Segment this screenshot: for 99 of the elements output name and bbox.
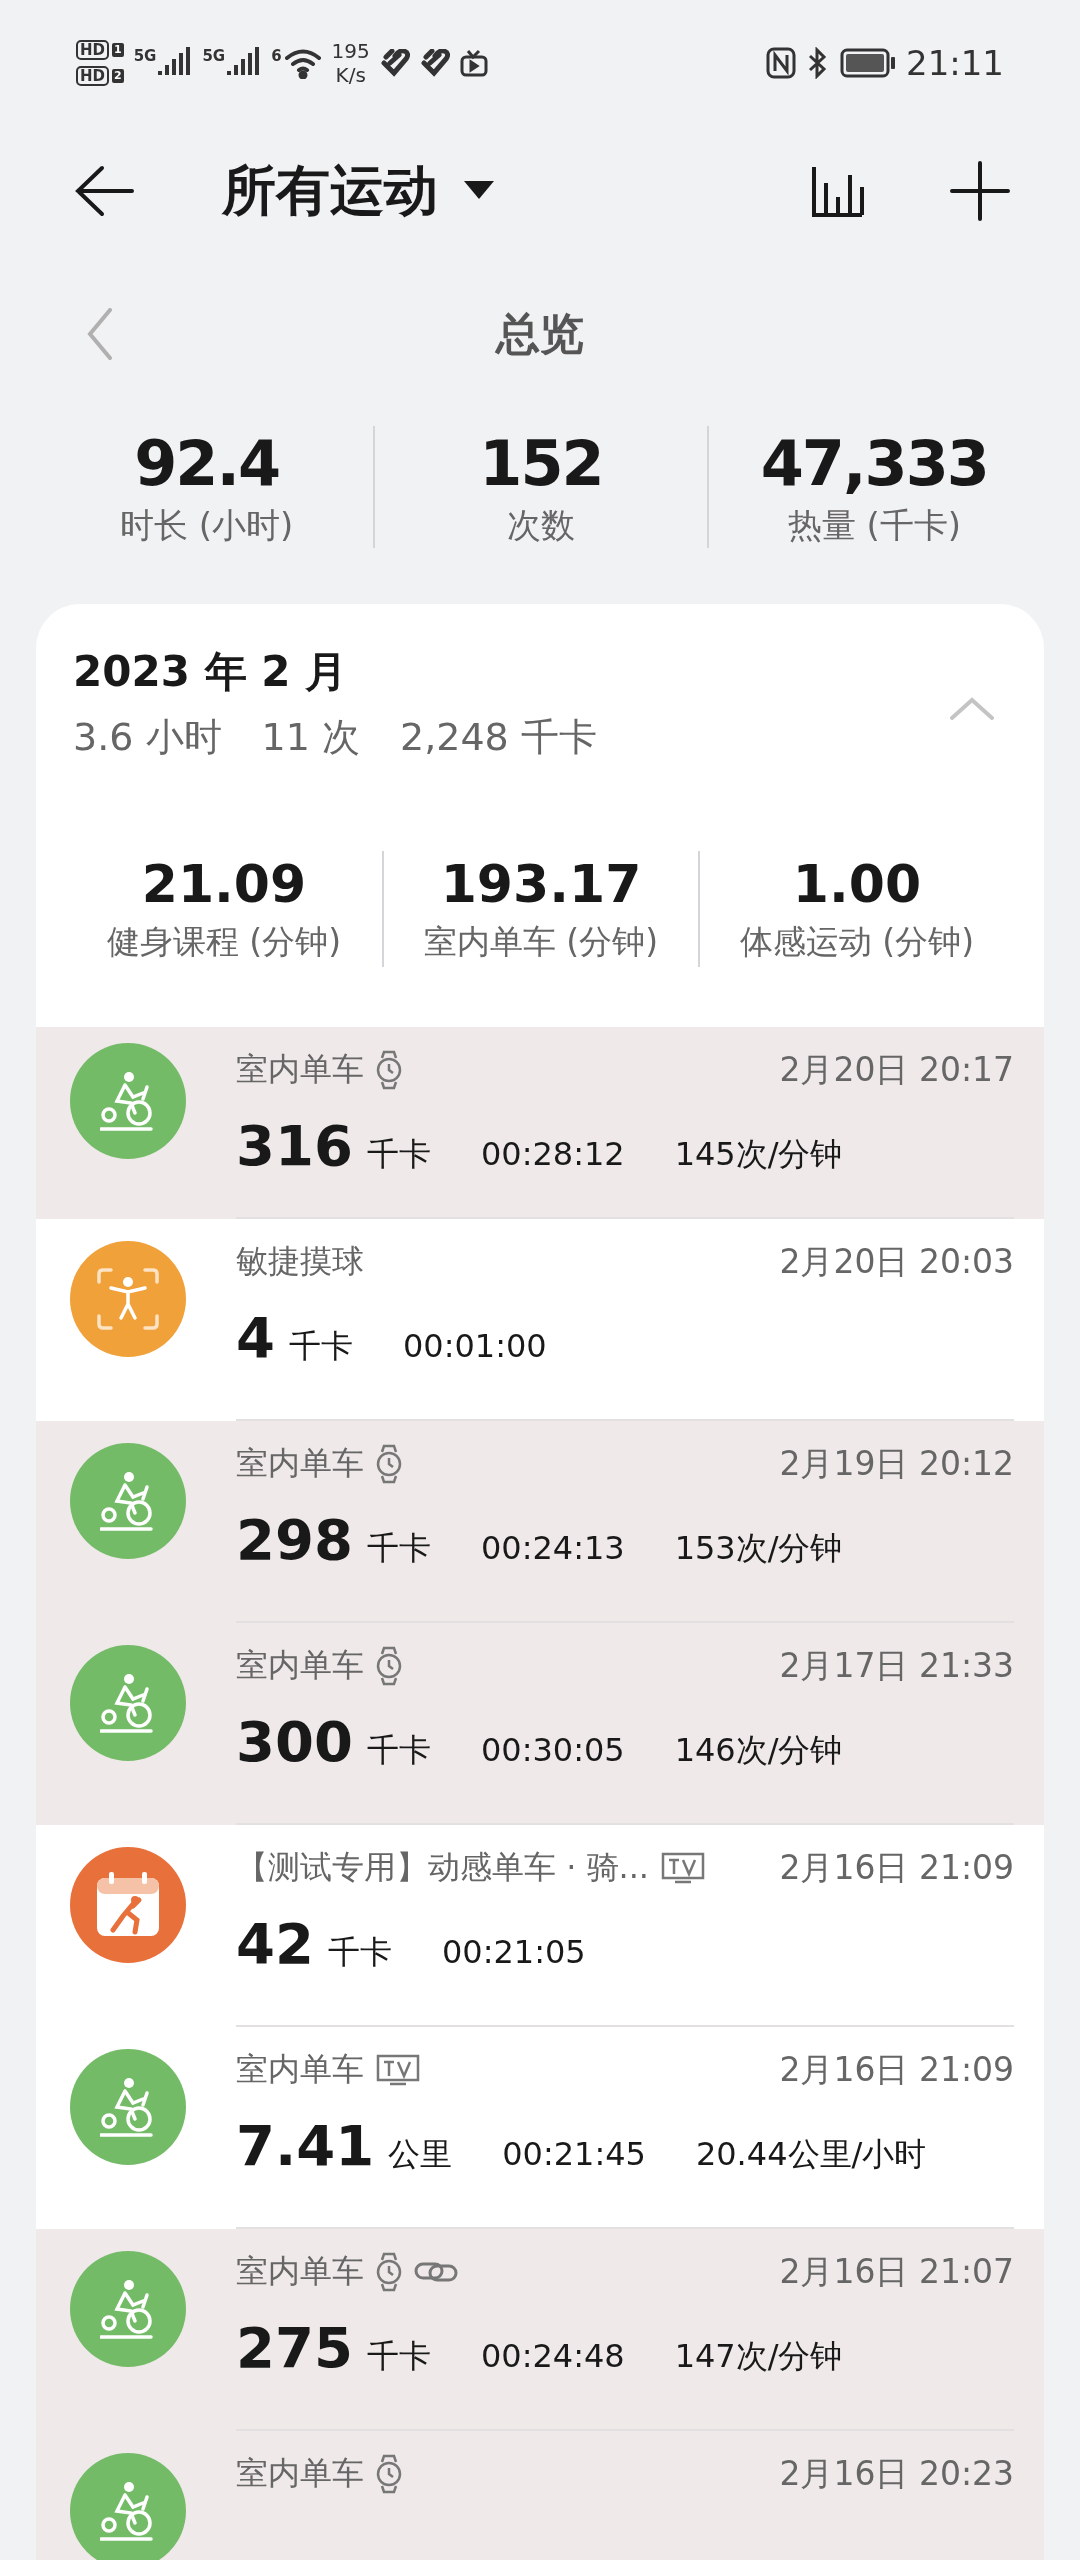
sport-filter-dropdown[interactable]: 所有运动 [222, 154, 494, 228]
stat-value: 47,333 [760, 426, 988, 502]
workout-date: 2月16日 21:09 [779, 2048, 1014, 2091]
network-label: 5G [202, 47, 226, 65]
agility-icon [95, 1266, 161, 1332]
workout-value: 298 [236, 1507, 353, 1572]
month-summary-item: 3.6 小时 [73, 714, 222, 761]
battery-icon [840, 48, 896, 78]
tv-icon [661, 1852, 706, 1884]
workout-unit: 千卡 [366, 1134, 431, 1175]
network-label: 5G [133, 47, 157, 65]
cycling-icon [100, 2278, 156, 2340]
category-label: 体感运动 (分钟) [739, 921, 975, 963]
stat-value: 152 [479, 426, 603, 502]
watch-icon [376, 1444, 402, 1484]
overview-label: 总览 [494, 306, 585, 361]
cycling-icon [100, 1672, 156, 1734]
cycling-icon [100, 1470, 156, 1532]
workout-title: 敏捷摸球 [236, 1241, 364, 1282]
link-icon [414, 2260, 460, 2284]
network-speed: 195 [331, 39, 370, 63]
stat-label: 时长 (小时) [120, 504, 294, 547]
workout-duration: 00:28:12 [480, 1135, 625, 1173]
add-icon[interactable] [950, 161, 1010, 221]
watch-icon [376, 1050, 402, 1090]
workout-title: 室内单车 [236, 2251, 364, 2292]
clock-time: 21:11 [906, 43, 1004, 83]
workout-value: 42 [236, 1911, 314, 1976]
cycling-icon [100, 1070, 156, 1132]
wifi-label: 6 [271, 47, 282, 65]
category-value: 193.17 [440, 853, 642, 916]
workout-date: 2月19日 20:12 [779, 1442, 1014, 1485]
watch-icon [376, 2454, 402, 2494]
workout-duration: 00:30:05 [480, 1731, 625, 1769]
category-value: 21.09 [141, 853, 307, 916]
heart-icon [379, 49, 410, 77]
workout-record[interactable]: 室内单车 2月16日 21:07 275 千卡 00:24:48 147次/分钟 [36, 2229, 1044, 2431]
workout-unit: 千卡 [366, 1528, 431, 1569]
workout-date: 2月16日 21:09 [779, 1846, 1014, 1889]
workout-date: 2月20日 20:17 [779, 1048, 1014, 1091]
workout-value: 300 [236, 1709, 353, 1774]
workout-duration: 00:21:05 [441, 1933, 586, 1971]
workout-unit: 千卡 [366, 1730, 431, 1771]
workout-title: 室内单车 [236, 1049, 364, 1090]
workout-rate: 145次/分钟 [674, 1134, 843, 1175]
workout-title: 室内单车 [236, 1443, 364, 1484]
workout-rate: 153次/分钟 [674, 1528, 843, 1569]
workout-unit: 千卡 [327, 1932, 392, 1973]
category-label: 健身课程 (分钟) [106, 921, 342, 963]
tv-icon [376, 2054, 420, 2086]
watch-icon [376, 2252, 402, 2292]
workout-rate: 20.44公里/小时 [695, 2134, 927, 2175]
workout-unit: 千卡 [288, 1326, 353, 1367]
month-title: 2023 年 2 月 [73, 646, 348, 698]
watch-icon [376, 1646, 402, 1686]
workout-unit: 公里 [388, 2134, 453, 2175]
heart-icon [419, 49, 450, 77]
nfc-icon [766, 47, 796, 79]
back-arrow-icon[interactable] [74, 164, 134, 218]
cycling-icon [100, 2076, 156, 2138]
month-summary-item: 11 次 [261, 714, 360, 761]
workout-record[interactable]: 室内单车 2月19日 20:12 298 千卡 00:24:13 153次/分钟 [36, 1421, 1044, 1623]
workout-duration: 00:24:13 [480, 1529, 625, 1567]
stat-label: 热量 (千卡) [787, 504, 961, 547]
workout-value: 316 [236, 1113, 353, 1178]
workout-title: 【测试专用】动感单车 · 骑... [236, 1847, 650, 1888]
sim-slot: 2 [112, 69, 124, 83]
workout-rate: 146次/分钟 [674, 1730, 843, 1771]
workout-unit: 千卡 [366, 2336, 431, 2377]
tv-app-icon [459, 49, 488, 77]
workout-duration: 00:01:00 [402, 1327, 547, 1365]
wifi-icon [283, 47, 322, 79]
workout-value: 275 [236, 2315, 353, 2380]
workout-date: 2月16日 20:23 [779, 2452, 1014, 2495]
workout-date: 2月17日 21:33 [779, 1644, 1014, 1687]
month-summary-item: 2,248 千卡 [399, 714, 597, 761]
workout-date: 2月20日 20:03 [779, 1240, 1014, 1283]
workout-record[interactable]: 室内单车 2月16日 20:23 [36, 2431, 1044, 2560]
stat-value: 92.4 [134, 426, 280, 502]
workout-duration: 00:21:45 [502, 2135, 646, 2173]
hd-badge: HD [76, 40, 109, 60]
workout-record[interactable]: 室内单车 2月20日 20:17 316 千卡 00:28:12 145次/分钟 [36, 1027, 1044, 1219]
workout-title: 室内单车 [236, 2049, 364, 2090]
cycling-icon [100, 2480, 156, 2542]
category-label: 室内单车 (分钟) [423, 921, 659, 963]
workout-title: 室内单车 [236, 2453, 364, 2494]
workout-value: 7.41 [236, 2113, 375, 2178]
workout-title: 室内单车 [236, 1645, 364, 1686]
workout-record[interactable]: 室内单车 2月17日 21:33 300 千卡 00:30:05 146次/分钟 [36, 1623, 1044, 1825]
sim-slot: 1 [112, 43, 124, 57]
workout-duration: 00:24:48 [480, 2337, 625, 2375]
speed-unit: K/s [335, 63, 366, 87]
stat-label: 次数 [507, 504, 575, 547]
workout-value: 4 [236, 1305, 275, 1370]
workout-rate: 147次/分钟 [674, 2336, 843, 2377]
hd-badge: HD [76, 66, 109, 86]
caret-icon [464, 181, 494, 201]
category-value: 1.00 [792, 853, 922, 916]
workout-date: 2月16日 21:07 [779, 2250, 1014, 2293]
